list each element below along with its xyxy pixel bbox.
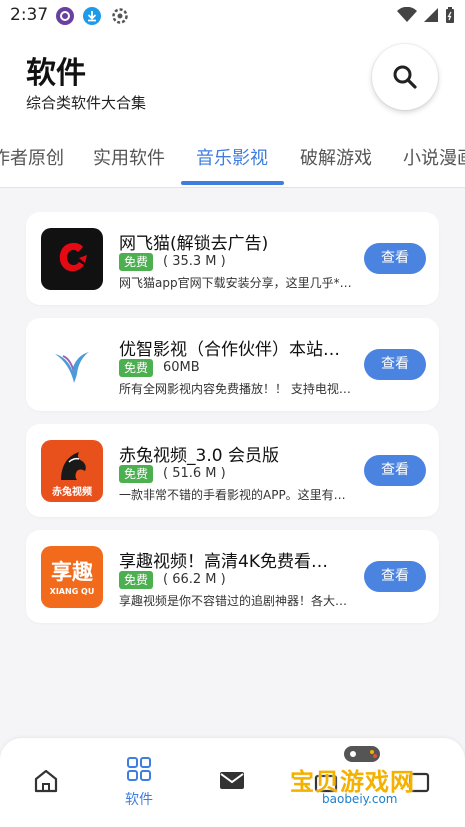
home-icon — [34, 769, 58, 793]
view-button[interactable]: 查看 — [364, 561, 426, 592]
nav-software-label: 软件 — [125, 792, 153, 808]
free-badge: 免费 — [119, 465, 154, 483]
active-tab-indicator — [181, 181, 284, 185]
status-bar: 2:37 — [0, 0, 465, 32]
signal-icon — [424, 8, 438, 22]
apps-grid-icon — [127, 757, 151, 781]
chitu-icon-label: 赤兔视频 — [52, 487, 92, 498]
xiangqu-icon-subtitle: XIANG QU — [49, 587, 95, 596]
battery-icon — [446, 7, 454, 23]
nav-software[interactable]: 软件 — [109, 756, 169, 809]
app-size: ( 35.3 M ) — [163, 254, 226, 269]
xiangqu-icon-title: 享趣 — [51, 560, 93, 584]
app-description: 一款非常不错的手看影视的APP。这里有… — [119, 488, 346, 502]
free-badge: 免费 — [119, 571, 154, 589]
tab-novels-comics[interactable]: 小说漫画 — [403, 144, 465, 170]
app-size: ( 66.2 M ) — [163, 572, 226, 587]
tab-utility-software[interactable]: 实用软件 — [93, 144, 165, 170]
page-title: 软件 — [26, 56, 86, 91]
watermark-url: baobeiy.com — [322, 792, 398, 806]
app-card[interactable]: 网飞猫(解锁去广告) 免费 ( 35.3 M ) 网飞猫app官网下载安装分享，… — [26, 212, 439, 305]
app-card[interactable]: 赤兔视频 赤兔视频_3.0 会员版 免费 ( 51.6 M ) 一款非常不错的手… — [26, 424, 439, 517]
tab-cracked-games[interactable]: 破解游戏 — [300, 144, 372, 170]
app-card[interactable]: 享趣 XIANG QU 享趣视频！高清4K免费看… 免费 ( 66.2 M ) … — [26, 530, 439, 623]
page-header: 软件 综合类软件大合集 — [0, 32, 465, 127]
chitu-app-icon: 赤兔视频 — [41, 440, 103, 502]
status-time: 2:37 — [10, 5, 49, 25]
download-icon — [83, 7, 101, 25]
nav-home[interactable] — [16, 768, 76, 798]
tab-original[interactable]: 作者原创 — [0, 144, 64, 170]
app-size: 60MB — [163, 360, 200, 375]
netflix-cat-app-icon — [41, 228, 103, 290]
nav-messages[interactable] — [202, 768, 262, 798]
app-description: 所有全网影视内容免费播放！！ 支持电视… — [119, 382, 351, 396]
view-button[interactable]: 查看 — [364, 349, 426, 380]
search-button[interactable] — [372, 44, 438, 110]
view-button[interactable]: 查看 — [364, 455, 426, 486]
app-description: 享趣视频是你不容错过的追剧神器！各大… — [119, 594, 348, 608]
view-button[interactable]: 查看 — [364, 243, 426, 274]
page-subtitle: 综合类软件大合集 — [26, 94, 147, 112]
settings-gear-icon — [112, 8, 128, 24]
app-notification-icon — [56, 7, 74, 25]
youzhi-app-icon — [41, 334, 103, 396]
app-name: 网飞猫(解锁去广告) — [119, 234, 269, 254]
category-tabs: 作者原创 实用软件 音乐影视 破解游戏 小说漫画 — [0, 127, 465, 188]
xiangqu-app-icon: 享趣 XIANG QU — [41, 546, 103, 608]
search-icon — [393, 65, 417, 89]
app-card[interactable]: 优智影视（合作伙伴）本站… 免费 60MB 所有全网影视内容免费播放！！ 支持电… — [26, 318, 439, 411]
message-icon — [220, 772, 244, 789]
app-name: 享趣视频！高清4K免费看… — [119, 552, 328, 572]
tab-music-video[interactable]: 音乐影视 — [196, 144, 268, 170]
app-size: ( 51.6 M ) — [163, 466, 226, 481]
app-name: 赤兔视频_3.0 会员版 — [119, 446, 279, 466]
site-watermark: 宝贝游戏网 baobeiy.com — [282, 740, 442, 820]
free-badge: 免费 — [119, 253, 154, 271]
app-name: 优智影视（合作伙伴）本站… — [119, 340, 340, 360]
app-description: 网飞猫app官网下载安装分享，这里几乎*… — [119, 276, 352, 290]
wifi-icon — [397, 7, 417, 22]
free-badge: 免费 — [119, 359, 154, 377]
